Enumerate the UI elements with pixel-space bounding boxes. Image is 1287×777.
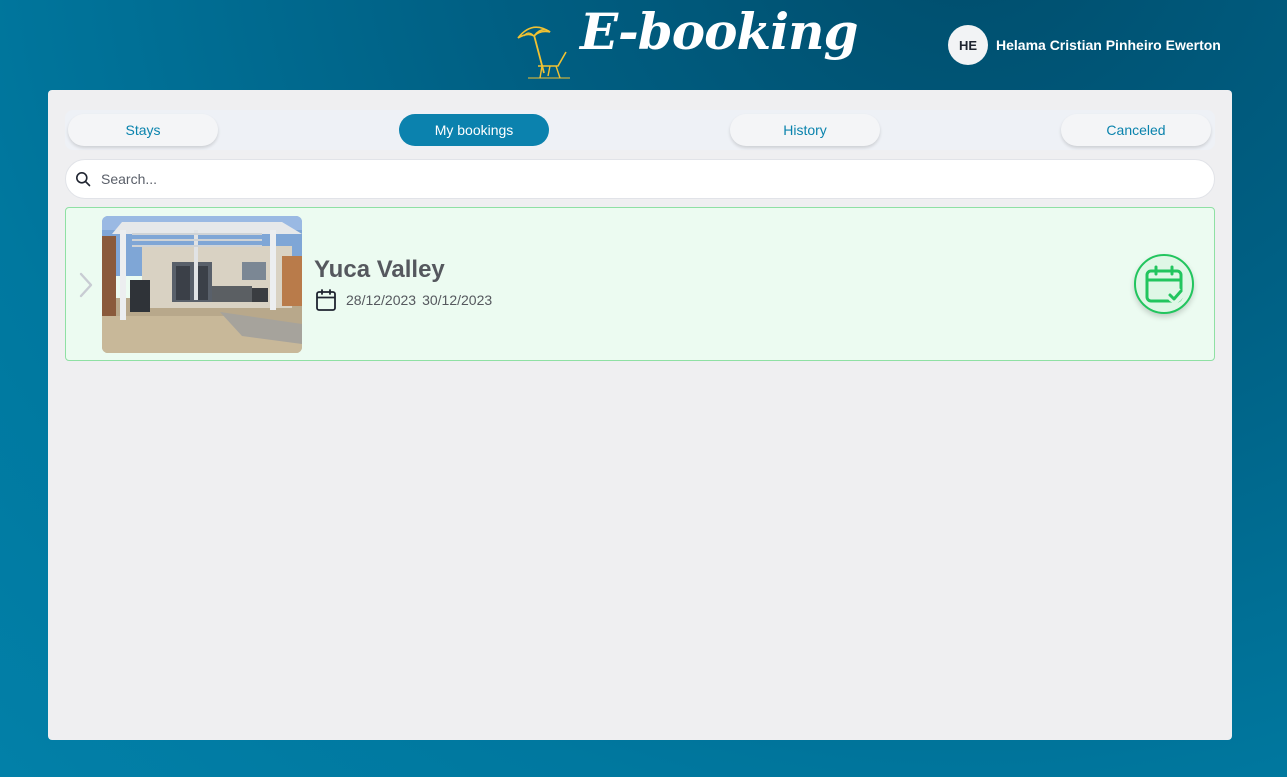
app-logo[interactable]: E-booking: [514, 2, 858, 86]
beach-umbrella-chair-icon: [517, 26, 570, 79]
booking-title: Yuca Valley: [314, 256, 445, 283]
calendar-check-icon: [1145, 265, 1183, 303]
chevron-right-icon[interactable]: [78, 272, 94, 298]
app-header: E-booking HE Helama Cristian Pinheiro Ew…: [0, 0, 1287, 90]
check-in-date: 28/12/2023: [346, 292, 417, 308]
search-icon: [76, 172, 91, 187]
booking-dates: 28/12/2023 30/12/2023: [316, 289, 492, 311]
tab-history[interactable]: History: [730, 114, 880, 146]
main-panel: Stays My bookings History Canceled Searc…: [48, 90, 1232, 740]
avatar[interactable]: HE: [948, 25, 988, 65]
user-name: Helama Cristian Pinheiro Ewerton: [996, 37, 1221, 53]
booking-card[interactable]: Yuca Valley 28/12/2023 30/12/2023: [65, 207, 1215, 361]
calendar-icon: [316, 289, 336, 311]
tab-my-bookings[interactable]: My bookings: [399, 114, 549, 146]
booking-status-badge[interactable]: [1134, 254, 1194, 314]
search-input[interactable]: [99, 170, 1183, 188]
user-menu[interactable]: HE Helama Cristian Pinheiro Ewerton: [948, 25, 1221, 65]
app-logo-text: E-booking: [580, 2, 858, 61]
property-photo-image: [102, 216, 302, 353]
tab-canceled[interactable]: Canceled: [1061, 114, 1211, 146]
check-out-date: 30/12/2023: [422, 292, 493, 308]
property-photo[interactable]: [102, 216, 302, 353]
tab-stays[interactable]: Stays: [68, 114, 218, 146]
tab-bar: Stays My bookings History Canceled: [65, 110, 1215, 150]
search-bar[interactable]: [65, 159, 1215, 199]
